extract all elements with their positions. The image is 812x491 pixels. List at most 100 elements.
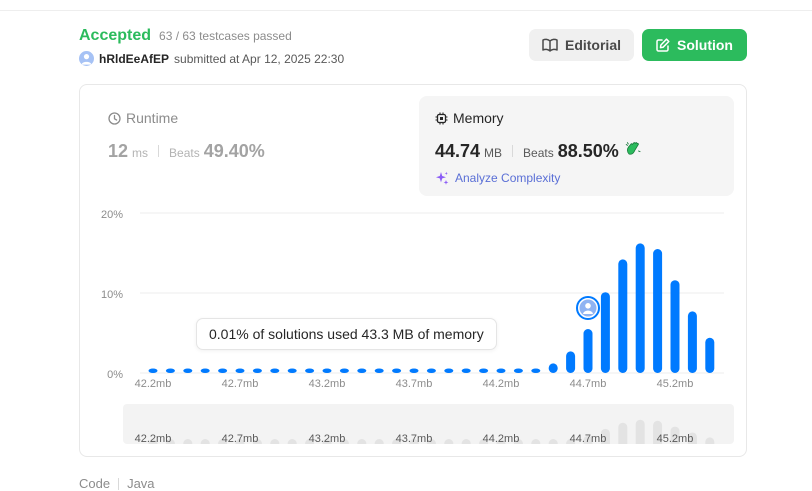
bar[interactable] xyxy=(548,363,558,373)
runtime-beats-label: Beats xyxy=(169,146,200,160)
chart-range-brush[interactable]: 42.2mb 42.7mb 43.2mb 43.7mb 44.2mb 44.7mb 45.2… xyxy=(123,404,734,444)
bar[interactable] xyxy=(165,368,175,374)
y-axis-ticks: 20% 10% 0% xyxy=(101,209,123,381)
bar[interactable] xyxy=(513,368,523,374)
x-tick-label: 44.7mb xyxy=(570,378,607,390)
x-tick-label: 42.2mb xyxy=(135,378,172,390)
x-tick-label: 42.7mb xyxy=(222,378,259,390)
brush-bar xyxy=(270,439,280,444)
bar[interactable] xyxy=(200,368,210,374)
bar[interactable] xyxy=(252,368,262,374)
bar[interactable] xyxy=(653,249,663,373)
bar[interactable] xyxy=(705,337,715,373)
brush-bar xyxy=(618,422,628,444)
submission-status: Accepted 63 / 63 testcases passed xyxy=(79,27,292,45)
bar[interactable] xyxy=(270,368,280,374)
solution-button[interactable]: Solution xyxy=(642,29,747,61)
bar[interactable] xyxy=(496,368,506,374)
bar[interactable] xyxy=(339,368,349,374)
bar[interactable] xyxy=(583,329,593,373)
brush-bar xyxy=(531,439,541,444)
y-tick-label: 10% xyxy=(101,289,123,301)
book-open-icon xyxy=(542,38,558,52)
bar[interactable] xyxy=(183,368,193,374)
y-tick-label: 0% xyxy=(107,369,123,381)
analyze-label: Analyze Complexity xyxy=(455,171,561,185)
y-tick-label: 20% xyxy=(101,209,123,221)
memory-distribution-chart[interactable]: 20% 10% 0% 42.2mb 42.7mb 43.2mb 43.7mb 44.2m… xyxy=(95,203,735,393)
clock-icon xyxy=(108,111,121,125)
runtime-value: 12 xyxy=(108,141,129,161)
bar[interactable] xyxy=(531,368,541,374)
status-label: Accepted xyxy=(79,27,152,44)
clap-icon xyxy=(625,142,641,155)
brush-bar xyxy=(183,439,193,444)
bar[interactable] xyxy=(357,368,367,374)
marker-avatar-head xyxy=(585,303,591,309)
bars xyxy=(148,243,715,374)
x-tick-label: 45.2mb xyxy=(657,378,694,390)
code-label: Code xyxy=(79,476,111,491)
bar[interactable] xyxy=(409,368,419,374)
runtime-title: Runtime xyxy=(126,110,179,126)
memory-unit: MB xyxy=(484,146,503,160)
memory-divider xyxy=(512,145,514,157)
brush-bar xyxy=(357,439,367,444)
brush-x-tick-label: 45.2mb xyxy=(657,433,694,444)
code-language[interactable]: Java xyxy=(127,476,154,491)
runtime-panel[interactable]: Runtime 12 ms Beats 49.40% xyxy=(108,110,265,162)
bar[interactable] xyxy=(218,368,228,374)
brush-x-tick-label: 42.2mb xyxy=(135,433,172,444)
brush-bar xyxy=(461,439,471,444)
solution-label: Solution xyxy=(677,37,733,53)
bar[interactable] xyxy=(600,292,610,373)
brush-bar xyxy=(635,419,645,444)
brush-x-tick-label: 44.2mb xyxy=(483,433,520,444)
brush-preview: 42.2mb 42.7mb 43.2mb 43.7mb 44.2mb 44.7mb 45.2… xyxy=(135,419,715,444)
x-axis-ticks: 42.2mb 42.7mb 43.2mb 43.7mb 44.2mb 44.7mb 45.2… xyxy=(135,378,694,390)
bar[interactable] xyxy=(305,368,315,374)
runtime-divider xyxy=(158,145,160,157)
bar[interactable] xyxy=(479,368,489,374)
bar[interactable] xyxy=(322,368,332,374)
editorial-button[interactable]: Editorial xyxy=(529,29,634,61)
bar[interactable] xyxy=(687,311,697,373)
editorial-label: Editorial xyxy=(564,37,621,53)
bar[interactable] xyxy=(635,243,645,373)
memory-panel[interactable]: Memory 44.74 MB Beats 88.50% Analyze Com… xyxy=(419,96,734,196)
bar[interactable] xyxy=(392,368,402,374)
memory-beats-value: 88.50% xyxy=(557,141,619,161)
bar[interactable] xyxy=(670,280,680,373)
bar[interactable] xyxy=(426,368,436,374)
bar[interactable] xyxy=(618,259,628,373)
memory-title: Memory xyxy=(453,110,504,126)
bar[interactable] xyxy=(287,368,297,374)
x-tick-label: 44.2mb xyxy=(483,378,520,390)
bar[interactable] xyxy=(461,368,471,374)
runtime-beats-value: 49.40% xyxy=(203,141,265,161)
edit-icon xyxy=(656,38,670,52)
analyze-complexity-link[interactable]: Analyze Complexity xyxy=(435,171,734,185)
bar[interactable] xyxy=(235,368,245,374)
bar[interactable] xyxy=(444,368,454,374)
brush-bar xyxy=(374,439,384,444)
submitter-info: hRldEeAfEP submitted at Apr 12, 2025 22:… xyxy=(79,51,344,66)
chip-icon xyxy=(435,112,448,124)
memory-beats-label: Beats xyxy=(523,146,554,160)
avatar[interactable] xyxy=(79,51,94,66)
brush-bar xyxy=(444,439,454,444)
bar[interactable] xyxy=(148,368,158,374)
x-tick-label: 43.2mb xyxy=(309,378,346,390)
brush-bar xyxy=(287,439,297,444)
x-tick-label: 43.7mb xyxy=(396,378,433,390)
username[interactable]: hRldEeAfEP xyxy=(99,52,169,66)
brush-x-tick-label: 44.7mb xyxy=(570,433,607,444)
brush-x-tick-label: 43.7mb xyxy=(396,433,433,444)
memory-value: 44.74 xyxy=(435,141,481,161)
brush-x-tick-label: 43.2mb xyxy=(309,433,346,444)
bar[interactable] xyxy=(566,351,576,373)
brush-bar xyxy=(705,437,715,444)
bar[interactable] xyxy=(374,368,384,374)
runtime-unit: ms xyxy=(132,146,149,160)
your-result-marker[interactable] xyxy=(576,296,600,320)
